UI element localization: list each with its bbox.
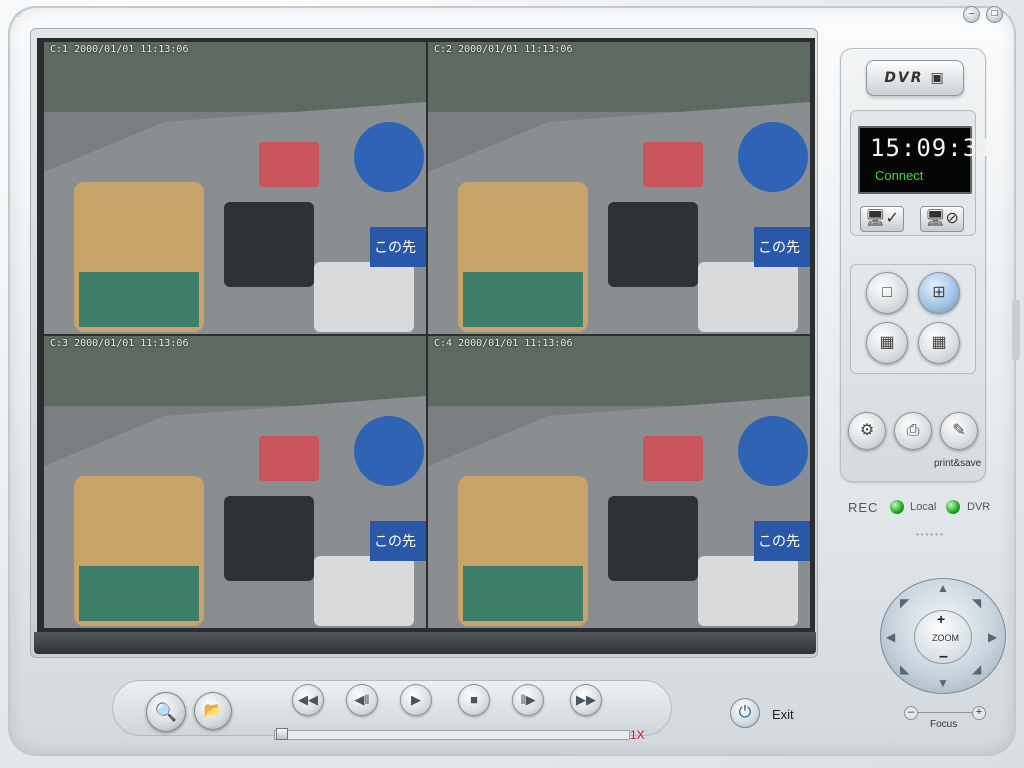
connection-status: Connect	[875, 168, 924, 183]
ptz-right-icon[interactable]: ▶	[988, 630, 997, 644]
dvr-cube-icon: ▣	[930, 70, 946, 86]
camera-feed-image: この先	[428, 42, 810, 334]
monitor-base	[34, 632, 816, 654]
camera-feed-image: この先	[44, 336, 426, 628]
search-icon: 🔍	[154, 702, 178, 722]
print-button[interactable]: ⎙	[894, 412, 932, 450]
camera-feed-image: この先	[428, 336, 810, 628]
sixteen-view-button[interactable]: ▦	[918, 322, 960, 364]
ptz-down-right-icon[interactable]: ◢	[972, 662, 981, 676]
local-rec-led	[890, 500, 904, 514]
ptz-up-icon[interactable]: ▲	[937, 581, 949, 595]
focus-plus-button[interactable]: +	[972, 706, 986, 720]
zoom-in-button[interactable]: +	[937, 611, 945, 627]
camera-view-3[interactable]: この先 C:3 2000/01/01 11:13:06	[44, 336, 426, 628]
fast-forward-button[interactable]: ▶▶	[570, 684, 602, 716]
rewind-button[interactable]: ◀◀	[292, 684, 324, 716]
step-back-button[interactable]: ◀‖	[346, 684, 378, 716]
folder-icon: 📂	[203, 702, 223, 719]
camera-view-2[interactable]: この先 C:2 2000/01/01 11:13:06	[428, 42, 810, 334]
settings-icon: ⚙	[859, 422, 875, 439]
rec-label: REC	[848, 500, 879, 515]
connect-button[interactable]: 🖥✓	[860, 206, 904, 232]
step-back-icon: ◀‖	[354, 692, 370, 707]
step-forward-button[interactable]: ‖▶	[512, 684, 544, 716]
play-button[interactable]: ▶	[400, 684, 432, 716]
playback-speed: 1X	[630, 728, 645, 742]
exit-button[interactable]: ⏻	[730, 698, 760, 728]
disconnect-button[interactable]: 🖥⊘	[920, 206, 964, 232]
step-forward-icon: ‖▶	[520, 692, 536, 707]
panel-dots: ••••••	[916, 530, 945, 539]
sixteen-view-icon: ▦	[931, 334, 947, 351]
open-folder-button[interactable]: 📂	[194, 692, 232, 730]
camera-view-4[interactable]: この先 C:4 2000/01/01 11:13:06	[428, 336, 810, 628]
dvr-button-label: DVR	[884, 70, 924, 86]
rewind-icon: ◀◀	[298, 692, 318, 707]
print-save-label: print&save	[934, 458, 982, 469]
clock-time: 15:09:31	[870, 134, 994, 162]
minimize-button[interactable]: –	[963, 6, 980, 23]
dvr-rec-led	[946, 500, 960, 514]
play-icon: ▶	[411, 692, 421, 707]
single-view-icon: □	[882, 284, 892, 301]
zoom-out-button[interactable]: –	[939, 648, 948, 666]
exit-label[interactable]: Exit	[772, 707, 794, 722]
clock-display: 15:09:31 Connect	[858, 126, 993, 194]
camera-label: C:3 2000/01/01 11:13:06	[50, 338, 189, 349]
settings-button[interactable]: ⚙	[848, 412, 886, 450]
svg-text:この先: この先	[374, 239, 416, 255]
playback-slider[interactable]	[274, 730, 630, 740]
ptz-left-icon[interactable]: ◀	[886, 630, 895, 644]
dvr-button[interactable]: DVR ▣	[866, 60, 964, 96]
ptz-up-right-icon[interactable]: ◥	[972, 596, 981, 610]
svg-text:この先: この先	[374, 533, 416, 549]
quad-view-icon: ⊞	[932, 284, 946, 301]
svg-text:この先: この先	[758, 239, 800, 255]
focus-minus-button[interactable]: –	[904, 706, 918, 720]
camera-label: C:2 2000/01/01 11:13:06	[434, 44, 573, 55]
focus-label: Focus	[930, 719, 958, 730]
stop-icon: ■	[470, 692, 478, 707]
side-handle	[1012, 300, 1020, 360]
save-icon: ✎	[952, 422, 966, 439]
ptz-up-left-icon[interactable]: ◤	[900, 596, 909, 610]
ptz-down-left-icon[interactable]: ◣	[900, 662, 909, 676]
maximize-button[interactable]: □	[986, 6, 1003, 23]
svg-text:この先: この先	[758, 533, 800, 549]
zoom-label: ZOOM	[932, 633, 959, 643]
camera-feed-image: この先	[44, 42, 426, 334]
local-label: Local	[910, 501, 937, 513]
playback-slider-thumb[interactable]	[276, 728, 288, 740]
nine-view-icon: ▦	[879, 334, 895, 351]
nine-view-button[interactable]: ▦	[866, 322, 908, 364]
camera-label: C:4 2000/01/01 11:13:06	[434, 338, 573, 349]
monitor-check-icon: 🖥✓	[865, 210, 899, 227]
camera-label: C:1 2000/01/01 11:13:06	[50, 44, 189, 55]
ptz-down-icon[interactable]: ▼	[937, 676, 949, 690]
camera-view-1[interactable]: この先 C:1 2000/01/01 11:13:06	[44, 42, 426, 334]
save-button[interactable]: ✎	[940, 412, 978, 450]
video-screen: この先 C:1 2000/01/01 11:13:06 この先 C:2 2000…	[37, 38, 815, 632]
print-icon: ⎙	[906, 422, 920, 439]
dvr-label: DVR	[967, 501, 991, 513]
search-button[interactable]: 🔍	[146, 692, 186, 732]
quad-view-button[interactable]: ⊞	[918, 272, 960, 314]
monitor-cancel-icon: 🖥⊘	[925, 210, 959, 227]
power-icon: ⏻	[738, 704, 752, 721]
fast-forward-icon: ▶▶	[576, 692, 596, 707]
focus-track	[918, 712, 974, 713]
single-view-button[interactable]: □	[866, 272, 908, 314]
stop-button[interactable]: ■	[458, 684, 490, 716]
